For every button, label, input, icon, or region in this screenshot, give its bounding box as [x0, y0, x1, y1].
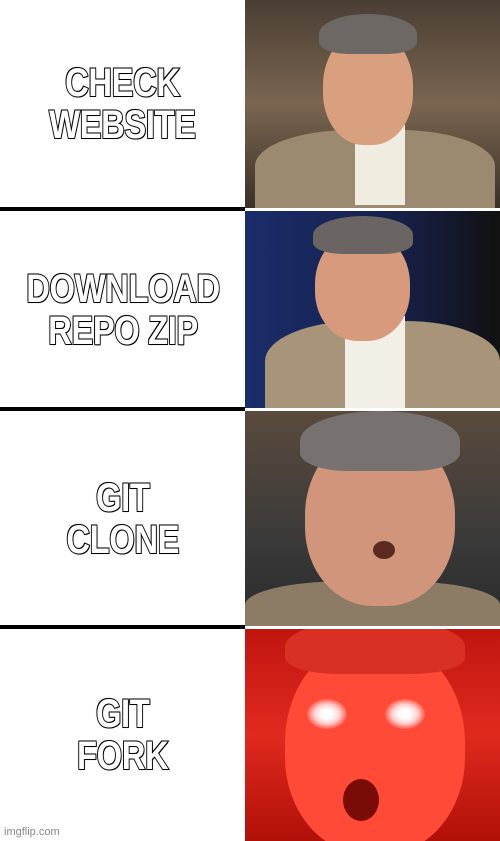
- reaction-photo-1: [245, 0, 500, 208]
- meme-panel-1: CHECK WEBSITE: [0, 0, 500, 208]
- caption-3: GIT CLONE: [65, 475, 180, 562]
- watermark: imgflip.com: [4, 826, 60, 838]
- glowing-eye-icon: [385, 699, 425, 729]
- caption-1: CHECK WEBSITE: [48, 61, 197, 147]
- reaction-photo-4: [245, 629, 500, 841]
- caption-4: GIT FORK: [76, 692, 169, 778]
- reaction-photo-3: [245, 411, 500, 626]
- meme-panel-2: DOWNLOAD REPO ZIP: [0, 211, 500, 408]
- meme-panel-4: GIT FORK imgflip.com: [0, 629, 500, 841]
- reaction-photo-2: [245, 211, 500, 408]
- meme-panel-3: GIT CLONE: [0, 411, 500, 626]
- glowing-eye-icon: [307, 699, 347, 729]
- caption-2: DOWNLOAD REPO ZIP: [25, 266, 221, 353]
